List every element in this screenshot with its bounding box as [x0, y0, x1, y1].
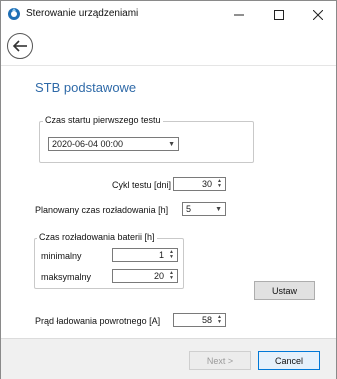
chevron-down-icon: ▼ [215, 206, 222, 213]
chevron-down-icon: ▼ [168, 141, 175, 148]
planned-discharge-label: Planowany czas rozładowania [h] [35, 205, 169, 215]
back-arrow-icon [12, 40, 27, 52]
app-logo-icon [8, 8, 20, 20]
return-current-stepper[interactable]: 58 ▲ ▼ [173, 313, 226, 327]
next-button[interactable]: Next > [189, 351, 251, 370]
min-stepper[interactable]: 1 ▲ ▼ [112, 248, 178, 262]
first-test-group-label: Czas startu pierwszego testu [43, 115, 163, 125]
minimize-button[interactable] [221, 1, 257, 28]
planned-discharge-value: 5 [186, 204, 192, 214]
cycle-value: 30 [201, 179, 212, 189]
maximize-icon [274, 9, 284, 20]
first-test-datetime-picker[interactable]: 2020-06-04 00:00 ▼ [48, 137, 179, 151]
wizard-footer: Next > Cancel [1, 338, 336, 379]
spin-arrows-icon[interactable]: ▲ ▼ [215, 178, 224, 190]
first-test-datetime-value: 2020-06-04 00:00 [52, 139, 124, 149]
cycle-label: Cykl testu [dni] [112, 180, 172, 190]
max-stepper[interactable]: 20 ▲ ▼ [112, 269, 178, 283]
wizard-window: Sterowanie urządzeniami STB podstawowe C… [0, 0, 337, 379]
spin-arrows-icon[interactable]: ▲ ▼ [167, 249, 176, 261]
close-button[interactable] [300, 1, 336, 28]
return-current-value: 58 [201, 315, 212, 325]
spin-arrows-icon[interactable]: ▲ ▼ [215, 314, 224, 326]
set-button[interactable]: Ustaw [254, 281, 315, 300]
minimize-icon [234, 14, 244, 15]
battery-discharge-group-label: Czas rozładowania baterii [h] [37, 232, 157, 242]
planned-discharge-select[interactable]: 5 ▼ [182, 202, 226, 216]
wizard-page: STB podstawowe Czas startu pierwszego te… [1, 65, 336, 338]
close-icon [313, 9, 323, 20]
min-label: minimalny [41, 251, 82, 261]
max-value: 20 [153, 271, 164, 281]
cycle-stepper[interactable]: 30 ▲ ▼ [173, 177, 226, 191]
cancel-button[interactable]: Cancel [258, 351, 320, 370]
min-value: 1 [158, 250, 164, 260]
back-button[interactable] [7, 33, 33, 59]
window-title: Sterowanie urządzeniami [26, 8, 139, 19]
maximize-button[interactable] [261, 1, 297, 28]
page-title: STB podstawowe [35, 80, 137, 95]
max-label: maksymalny [41, 272, 92, 282]
title-bar: Sterowanie urządzeniami [1, 1, 336, 28]
spin-arrows-icon[interactable]: ▲ ▼ [167, 270, 176, 282]
return-current-label: Prąd ładowania powrotnego [A] [35, 316, 161, 326]
